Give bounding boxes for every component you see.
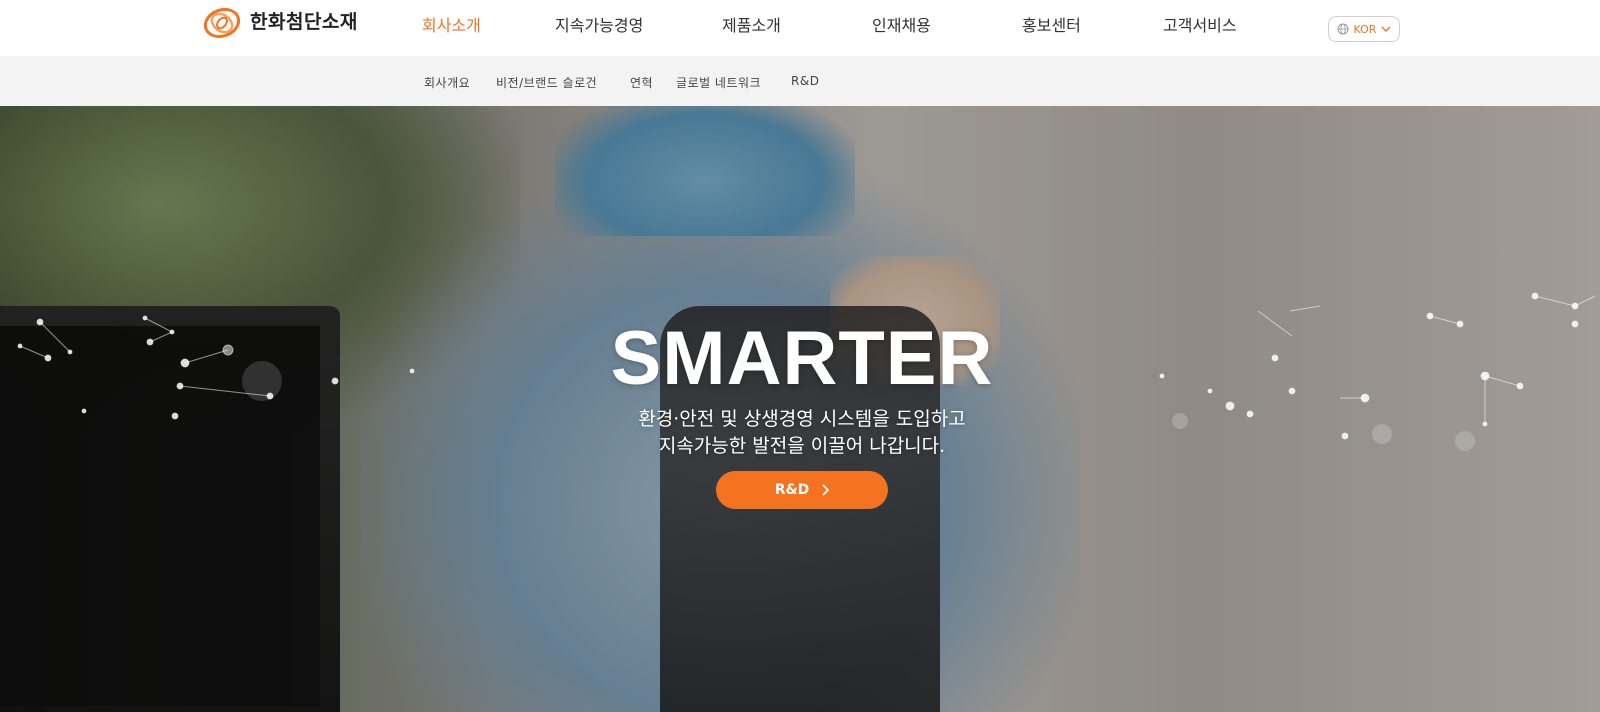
globe-icon (1337, 23, 1349, 35)
hero-description-line-1: 환경·안전 및 상생경영 시스템을 도입하고 (638, 408, 966, 430)
sub-nav: 회사개요 비전/브랜드 슬로건 연혁 글로벌 네트워크 R&D (0, 56, 1600, 106)
subnav-item-rnd[interactable]: R&D (791, 74, 819, 88)
subnav-item-vision-slogan[interactable]: 비전/브랜드 슬로건 (496, 74, 597, 91)
hero-description: 환경·안전 및 상생경영 시스템을 도입하고 지속가능한 발전을 이끌어 나갑니… (560, 406, 1044, 460)
nav-item-pr-center[interactable]: 홍보센터 (1022, 12, 1081, 36)
hero-title: SMARTER (610, 316, 994, 401)
language-selector[interactable]: KOR (1328, 16, 1400, 42)
subnav-item-overview[interactable]: 회사개요 (424, 74, 470, 91)
chevron-down-icon (1381, 26, 1391, 33)
nav-item-careers[interactable]: 인재채용 (872, 12, 931, 36)
site-header: 한화첨단소재 회사소개 지속가능경영 제품소개 인재채용 홍보센터 고객서비스 … (0, 0, 1600, 56)
rnd-button-label: R&D (774, 482, 810, 498)
hero-content: SMARTER 환경·안전 및 상생경영 시스템을 도입하고 지속가능한 발전을… (0, 106, 1600, 712)
language-label: KOR (1353, 22, 1377, 36)
subnav-item-global-network[interactable]: 글로벌 네트워크 (676, 74, 761, 91)
nav-item-customer-service[interactable]: 고객서비스 (1163, 12, 1237, 36)
rnd-button[interactable]: R&D (716, 471, 888, 509)
subnav-item-history[interactable]: 연혁 (630, 74, 653, 91)
hero-banner: SMARTER 환경·안전 및 상생경영 시스템을 도입하고 지속가능한 발전을… (0, 106, 1600, 712)
hero-description-line-2: 지속가능한 발전을 이끌어 나갑니다. (658, 435, 946, 457)
nav-item-sustainability[interactable]: 지속가능경영 (555, 12, 643, 36)
chevron-right-icon (821, 484, 830, 496)
nav-item-company[interactable]: 회사소개 (422, 12, 481, 36)
nav-item-products[interactable]: 제품소개 (722, 12, 781, 36)
